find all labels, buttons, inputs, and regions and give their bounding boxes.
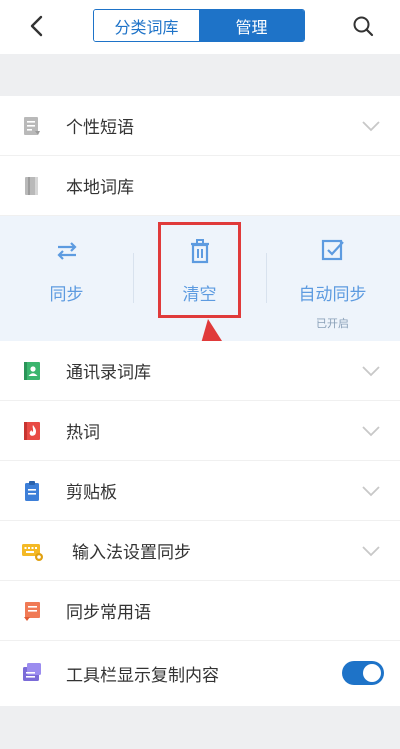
row-toolbar-copy-display: 工具栏显示复制内容 bbox=[0, 643, 400, 703]
row-label: 通讯录词库 bbox=[66, 363, 151, 383]
sync-label: 同步 bbox=[49, 285, 84, 305]
back-icon[interactable] bbox=[26, 14, 48, 38]
row-label: 本地词库 bbox=[66, 178, 134, 198]
chevron-down-icon bbox=[362, 485, 380, 496]
section-spacer bbox=[0, 54, 400, 96]
checkbox-icon bbox=[321, 239, 344, 261]
toolbar-copy-toggle[interactable] bbox=[342, 661, 384, 685]
book-icon bbox=[25, 176, 38, 195]
search-icon[interactable] bbox=[351, 14, 375, 38]
auto-sync-action[interactable]: 自动同步 已开启 bbox=[266, 216, 399, 341]
chevron-down-icon bbox=[362, 120, 380, 131]
chevron-down-icon bbox=[362, 425, 380, 436]
row-label: 个性短语 bbox=[66, 118, 134, 138]
toggle-knob bbox=[363, 664, 381, 682]
tab-manage[interactable]: 管理 bbox=[199, 10, 304, 41]
auto-sync-label: 自动同步 bbox=[298, 285, 367, 305]
phrases-icon bbox=[24, 601, 40, 621]
keyboard-sync-icon bbox=[22, 543, 43, 561]
row-label: 剪贴板 bbox=[66, 483, 117, 503]
auto-sync-status: 已开启 bbox=[316, 317, 349, 330]
section-spacer bbox=[0, 706, 400, 749]
sync-icon bbox=[56, 242, 77, 260]
row-label: 输入法设置同步 bbox=[72, 543, 191, 563]
top-bar: 分类词库 管理 bbox=[0, 0, 400, 54]
row-label: 热词 bbox=[66, 423, 100, 443]
row-clipboard[interactable]: 剪贴板 bbox=[0, 461, 400, 521]
row-label: 同步常用语 bbox=[66, 603, 151, 623]
row-local-dictionary[interactable]: 本地词库 bbox=[0, 156, 400, 216]
chevron-down-icon bbox=[362, 365, 380, 376]
clipboard-icon bbox=[25, 480, 39, 501]
chevron-down-icon bbox=[362, 545, 380, 556]
row-ime-settings-sync[interactable]: 输入法设置同步 bbox=[0, 521, 400, 581]
tab-category-dict[interactable]: 分类词库 bbox=[94, 10, 199, 41]
copy-toolbar-icon bbox=[23, 663, 41, 681]
highlight-box bbox=[158, 222, 241, 318]
row-label: 工具栏显示复制内容 bbox=[66, 665, 219, 686]
row-common-phrases-sync[interactable]: 同步常用语 bbox=[0, 581, 400, 641]
contacts-book-icon bbox=[24, 361, 40, 380]
document-icon bbox=[24, 116, 40, 135]
segmented-tabs: 分类词库 管理 bbox=[93, 9, 305, 42]
row-personal-phrases[interactable]: 个性短语 bbox=[0, 96, 400, 156]
row-contacts-dictionary[interactable]: 通讯录词库 bbox=[0, 341, 400, 401]
fire-icon bbox=[24, 421, 40, 440]
sync-action[interactable]: 同步 bbox=[0, 216, 133, 341]
row-hot-words[interactable]: 热词 bbox=[0, 401, 400, 461]
